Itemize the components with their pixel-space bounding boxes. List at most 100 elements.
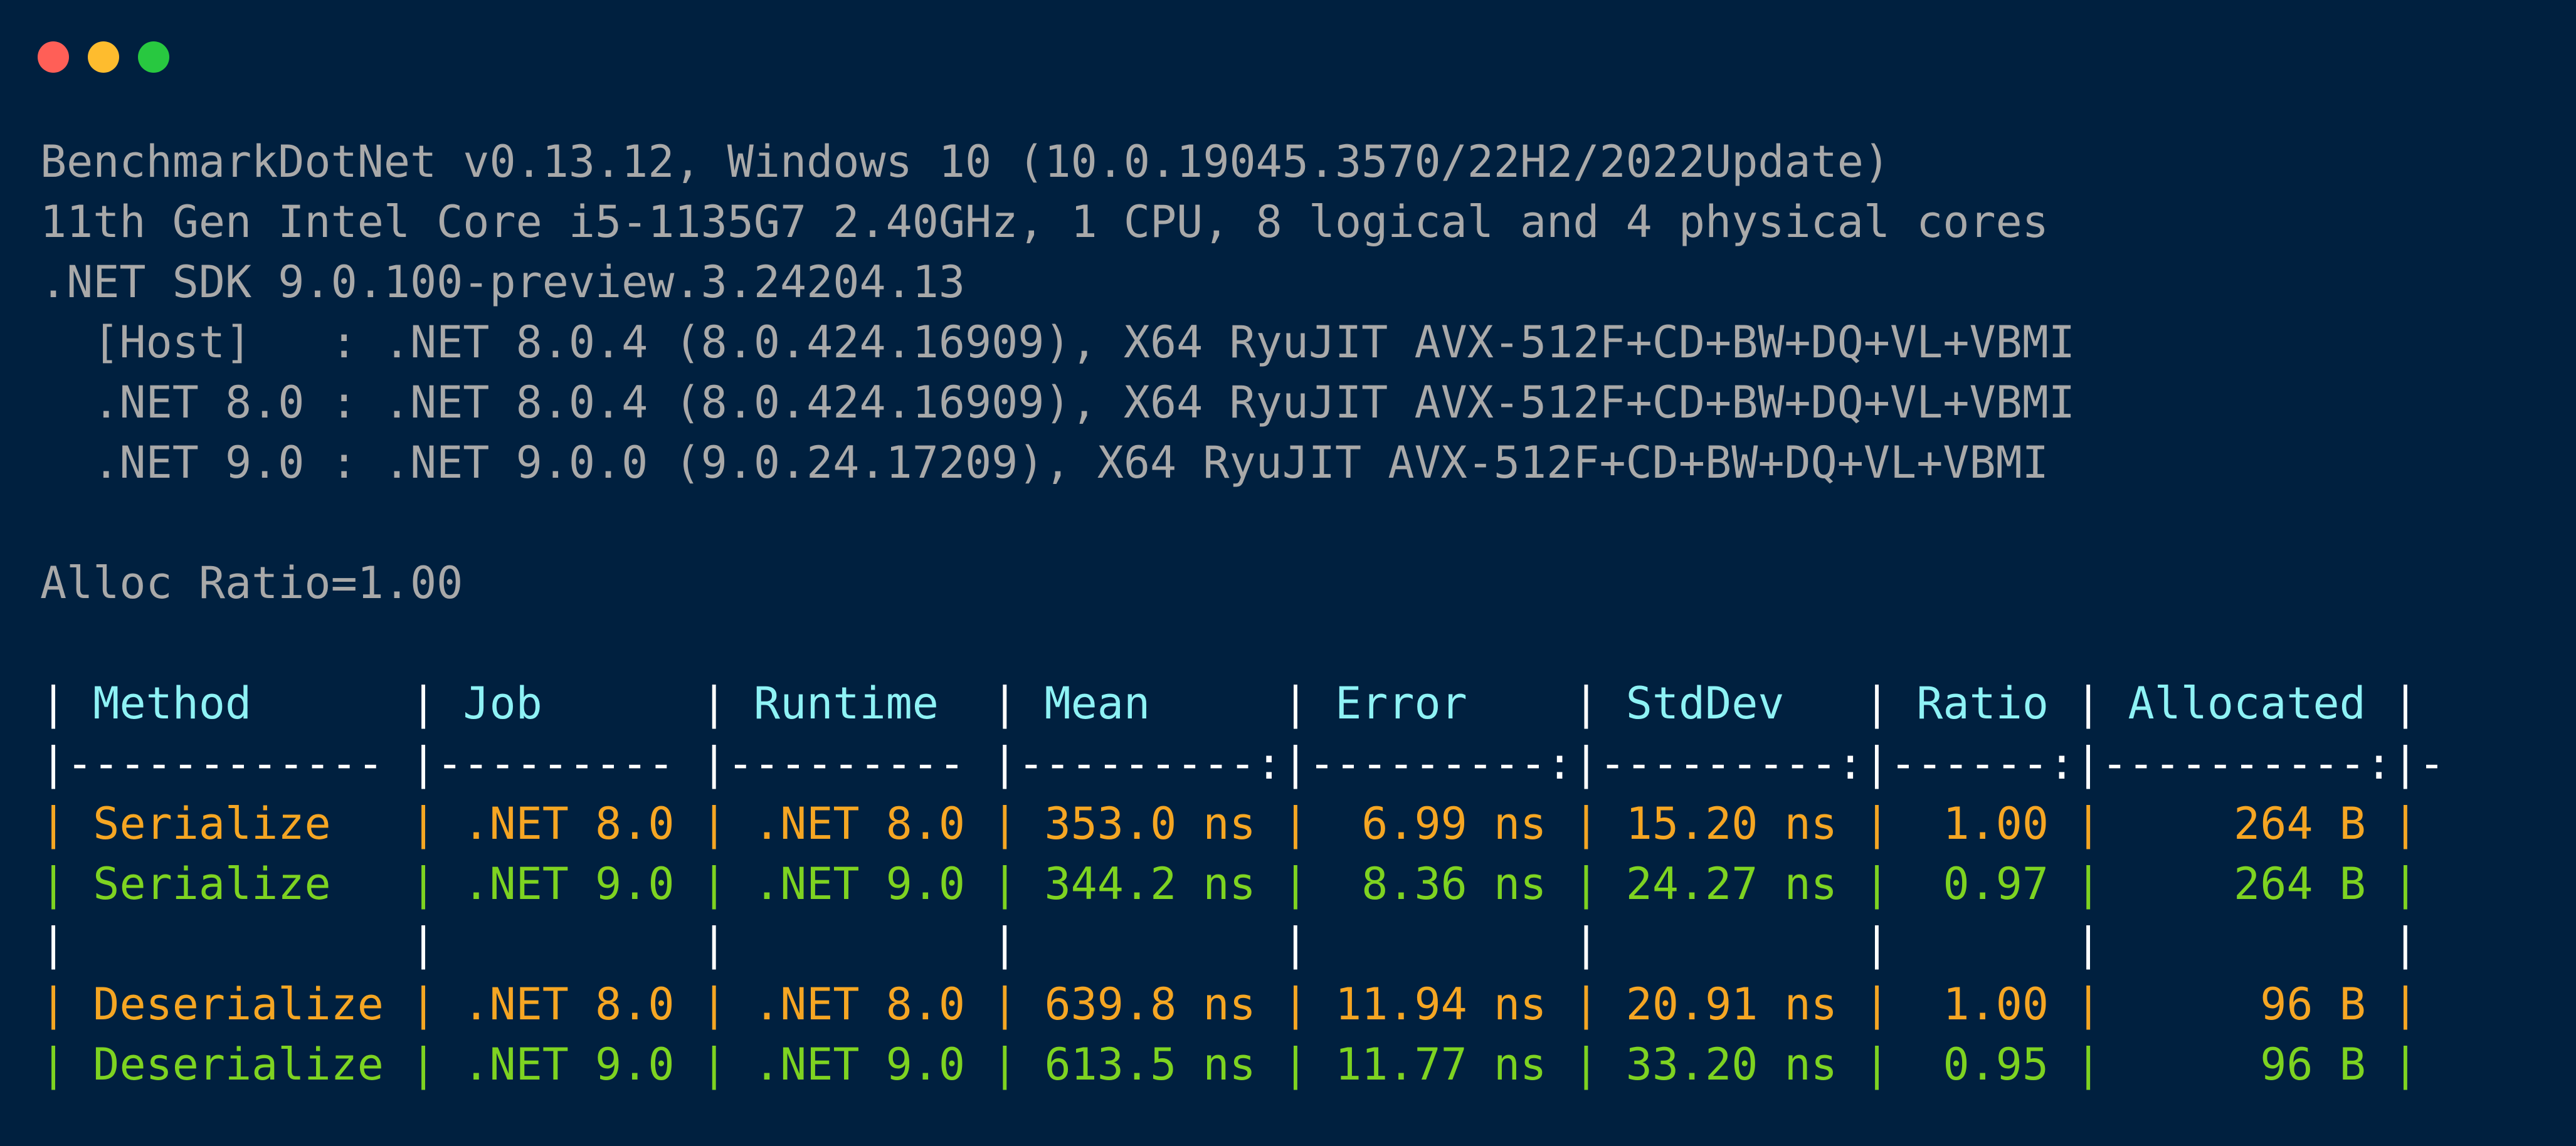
cell-mean: 639.8 ns [1018,979,1282,1030]
alloc-ratio-line: Alloc Ratio=1.00 [40,557,463,609]
cell-ratio: 1.00 [1890,979,2076,1030]
table-pipe: | [2075,858,2102,910]
table-pipe: | [410,798,437,849]
table-pipe: | [40,798,67,849]
minimize-dot[interactable] [88,41,119,73]
table-pipe: | [1864,798,1891,849]
info-line-sdk: .NET SDK 9.0.100-preview.3.24204.13 [40,256,966,308]
header-mean: Mean [1018,678,1282,729]
cell-job: .NET 8.0 [436,979,701,1030]
cell-runtime: .NET 8.0 [727,979,992,1030]
cell-stddev: 24.27 ns [1599,858,1864,910]
table-row: | Serialize | .NET 9.0 | .NET 9.0 | 344.… [40,854,2445,914]
cell-job: .NET 9.0 [436,858,701,910]
table-pipe: | [1864,858,1891,910]
table-pipe: | [991,678,1018,729]
cell-job: .NET 9.0 [436,1039,701,1090]
table-pipe: | [991,1039,1018,1090]
table-row: | Deserialize | .NET 9.0 | .NET 9.0 | 61… [40,1034,2445,1095]
table-pipe: | [1573,798,1600,849]
table-pipe: | [40,1039,67,1090]
cell-error: 6.99 ns [1308,798,1573,849]
cell-method: Deserialize [66,979,411,1030]
table-separator: |------------ |--------- |--------- |---… [40,738,2446,789]
table-pipe: | [410,1039,437,1090]
table-pipe: | [700,1039,727,1090]
cell-ratio: 0.97 [1890,858,2076,910]
table-header-row: | Method | Job | Runtime | Mean | Error … [40,673,2445,733]
close-dot[interactable] [38,41,69,73]
table-row: | Serialize | .NET 8.0 | .NET 8.0 | 353.… [40,794,2445,854]
table-pipe: | [2392,678,2419,729]
table-pipe: | [1573,858,1600,910]
cell-method: Deserialize [66,1039,411,1090]
info-line-net8: .NET 8.0 : .NET 8.0.4 (8.0.424.16909), X… [40,377,2076,428]
maximize-dot[interactable] [138,41,169,73]
table-pipe: | [2392,1039,2419,1090]
terminal-output: BenchmarkDotNet v0.13.12, Windows 10 (10… [40,132,2445,1095]
table-pipe: | [1573,1039,1600,1090]
table-pipe: | [991,979,1018,1030]
table-pipe: | [1864,678,1891,729]
table-pipe: | [991,858,1018,910]
table-pipe: | [1573,678,1600,729]
cell-stddev: 20.91 ns [1599,979,1864,1030]
table-pipe: | [1282,979,1309,1030]
table-pipe: | [700,979,727,1030]
cell-job: .NET 8.0 [436,798,701,849]
table-pipe: | [2392,858,2419,910]
header-allocated: Allocated [2101,678,2392,729]
table-pipe: | [1282,798,1309,849]
table-pipe: | [40,678,67,729]
table-pipe: | [1282,1039,1309,1090]
table-pipe: | [1864,1039,1891,1090]
table-pipe: | [1282,858,1309,910]
cell-runtime: .NET 9.0 [727,1039,992,1090]
header-error: Error [1308,678,1573,729]
cell-method: Serialize [66,858,411,910]
table-pipe: | [991,798,1018,849]
table-pipe: | [40,979,67,1030]
cell-allocated: 264 B [2101,798,2392,849]
header-method: Method [66,678,411,729]
header-job: Job [436,678,701,729]
table-pipe: | [700,798,727,849]
header-ratio: Ratio [1890,678,2076,729]
cell-method: Serialize [66,798,411,849]
cell-allocated: 264 B [2101,858,2392,910]
cell-allocated: 96 B [2101,1039,2392,1090]
cell-error: 11.94 ns [1308,979,1573,1030]
table-blank-row: | | | | | | | | | [40,918,2419,970]
header-runtime: Runtime [727,678,992,729]
table-pipe: | [410,979,437,1030]
cell-runtime: .NET 8.0 [727,798,992,849]
info-line-host: [Host] : .NET 8.0.4 (8.0.424.16909), X64… [40,317,2076,368]
cell-ratio: 0.95 [1890,1039,2076,1090]
table-pipe: | [2392,979,2419,1030]
cell-ratio: 1.00 [1890,798,2076,849]
table-pipe: | [40,858,67,910]
table-pipe: | [700,858,727,910]
cell-mean: 344.2 ns [1018,858,1282,910]
terminal-window: BenchmarkDotNet v0.13.12, Windows 10 (10… [0,0,2576,1146]
cell-stddev: 33.20 ns [1599,1039,1864,1090]
cell-error: 11.77 ns [1308,1039,1573,1090]
info-line-benchmarkdotnet: BenchmarkDotNet v0.13.12, Windows 10 (10… [40,136,1891,187]
table-pipe: | [2392,798,2419,849]
cell-mean: 353.0 ns [1018,798,1282,849]
table-pipe: | [700,678,727,729]
table-pipe: | [1282,678,1309,729]
info-line-cpu: 11th Gen Intel Core i5-1135G7 2.40GHz, 1… [40,196,2049,248]
cell-error: 8.36 ns [1308,858,1573,910]
window-controls [38,41,169,73]
cell-runtime: .NET 9.0 [727,858,992,910]
table-pipe: | [410,678,437,729]
table-pipe: | [2075,1039,2102,1090]
cell-mean: 613.5 ns [1018,1039,1282,1090]
table-pipe: | [2075,798,2102,849]
table-pipe: | [1573,979,1600,1030]
table-pipe: | [1864,979,1891,1030]
table-pipe: | [2075,678,2102,729]
